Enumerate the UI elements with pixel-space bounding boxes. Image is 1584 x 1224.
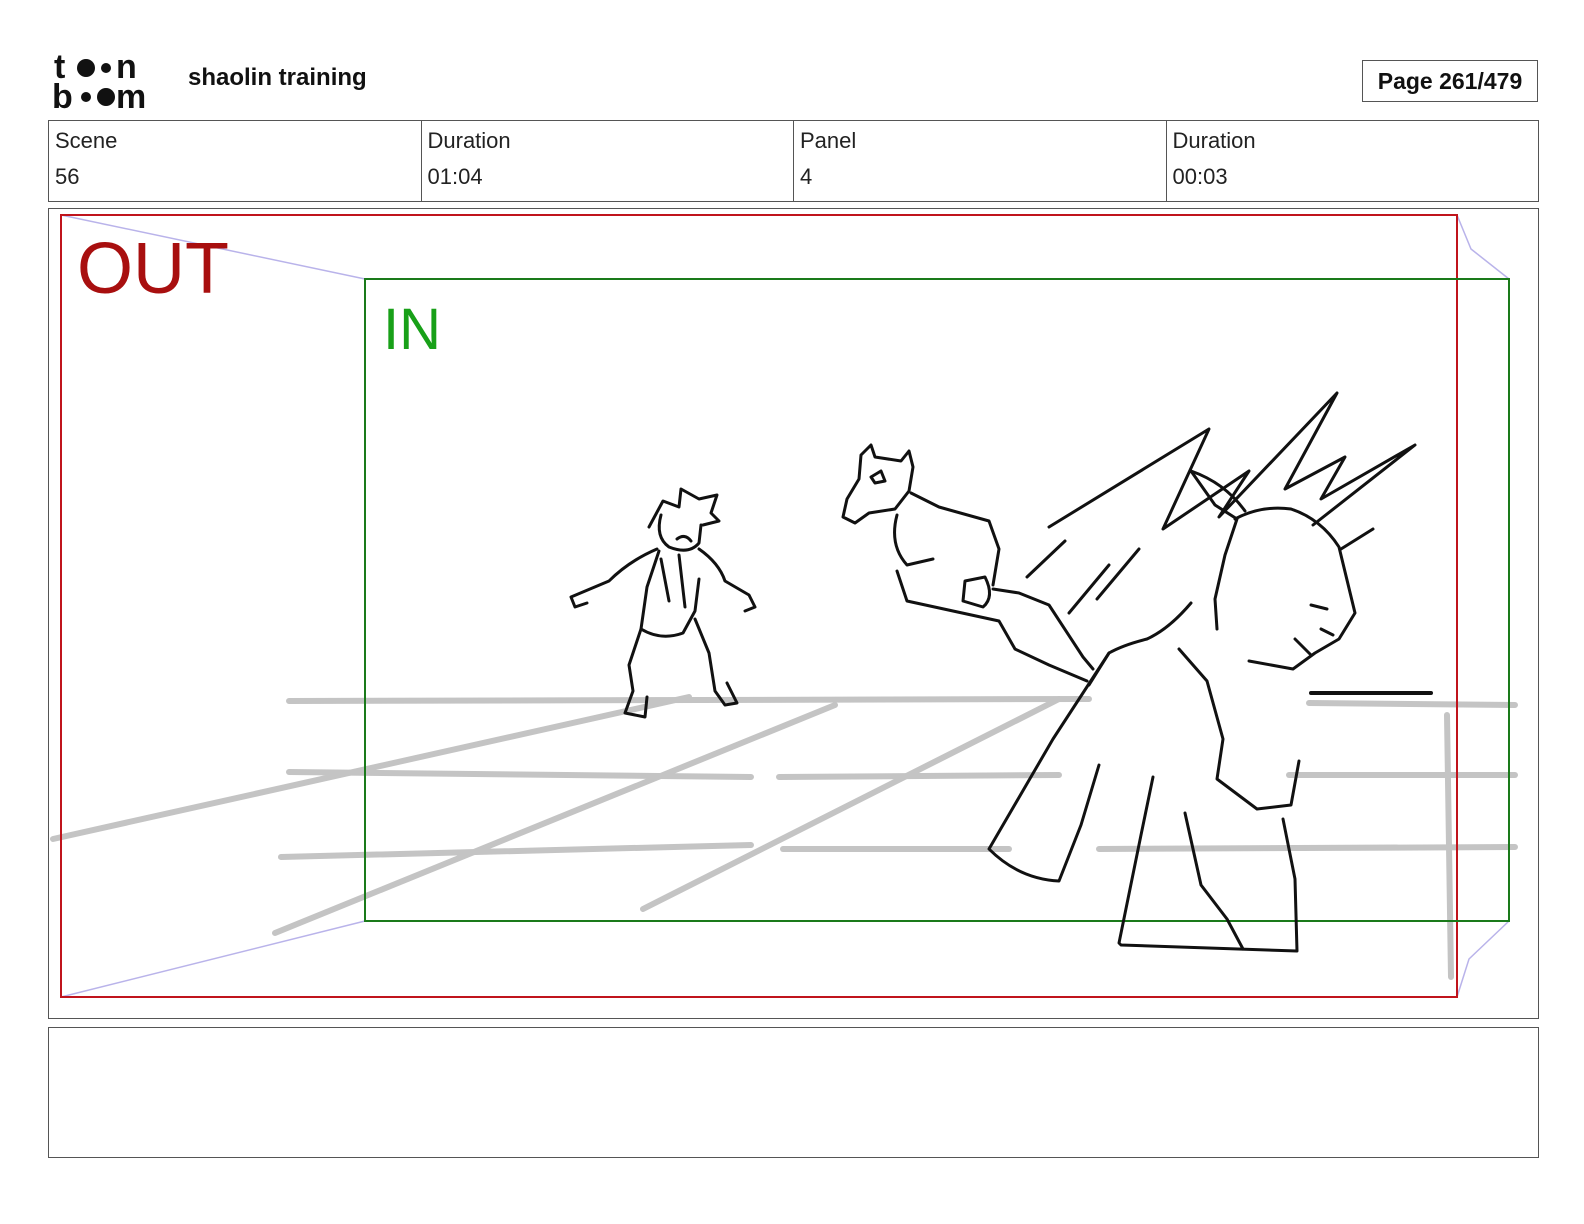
panel-cell: Panel 4 — [794, 121, 1167, 201]
svg-text:m: m — [116, 78, 146, 112]
panel-duration-value: 00:03 — [1172, 164, 1228, 189]
scene-duration-value: 01:04 — [427, 164, 483, 189]
storyboard-panel: OUT IN — [48, 208, 1539, 1019]
panel-drawing — [50, 214, 1518, 998]
scene-label: Scene — [55, 128, 118, 153]
scene-info-table: Scene 56 Duration 01:04 Panel 4 Duration… — [48, 120, 1539, 202]
panel-duration-cell: Duration 00:03 — [1167, 121, 1539, 201]
scene-duration-cell: Duration 01:04 — [422, 121, 794, 201]
panel-notes-box[interactable] — [48, 1027, 1539, 1158]
page-number: Page 261/479 — [1362, 60, 1538, 102]
scene-duration-label: Duration — [427, 128, 511, 153]
scene-cell: Scene 56 — [49, 121, 422, 201]
out-frame — [60, 214, 1458, 998]
out-frame-label: OUT — [77, 229, 229, 309]
svg-text:b: b — [52, 78, 73, 112]
in-frame-label: IN — [383, 297, 441, 362]
camera-move-path — [60, 214, 1510, 998]
scene-value: 56 — [55, 164, 80, 189]
flying-character — [841, 443, 1095, 683]
toon-boom-logo: t n b m — [52, 50, 146, 112]
boy-character — [569, 487, 757, 719]
speed-lines — [1025, 391, 1417, 615]
panel-duration-label: Duration — [1172, 128, 1256, 153]
project-title: shaolin training — [188, 64, 367, 91]
panel-value: 4 — [800, 164, 813, 189]
master-character — [987, 469, 1433, 953]
panel-label: Panel — [800, 128, 857, 153]
character-sketches — [569, 391, 1433, 953]
